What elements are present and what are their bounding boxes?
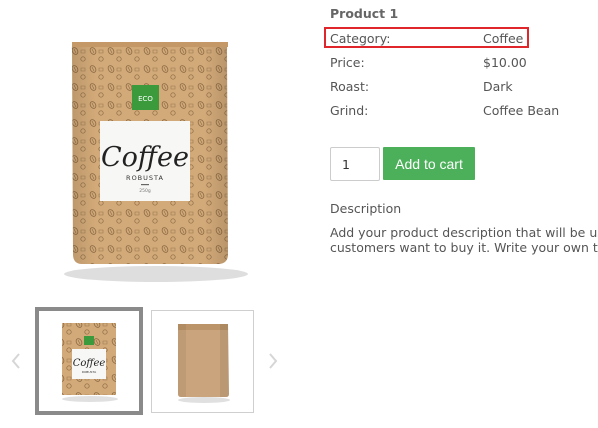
attribute-value: Dark: [483, 79, 513, 94]
add-to-cart-button[interactable]: Add to cart: [383, 147, 475, 180]
description-line: customers want to buy it. Write your own…: [330, 240, 598, 255]
attribute-label: Grind:: [330, 103, 369, 118]
gallery-thumbnail-printed-bag[interactable]: Coffee ROBUSTA: [35, 307, 143, 415]
package-brand-text: Coffee: [101, 142, 189, 173]
gallery-next-button[interactable]: [266, 349, 280, 373]
attribute-value: $10.00: [483, 55, 527, 70]
attribute-label: Price:: [330, 55, 365, 70]
thumb-brand-text: Coffee: [73, 358, 106, 369]
description-line: Add your product description that will b…: [330, 225, 598, 240]
kraft-bag-image: [177, 323, 230, 403]
package-variety-text: ROBUSTA: [126, 174, 164, 182]
chevron-left-icon: [11, 353, 20, 369]
gallery-thumbnail-plain-bag[interactable]: [151, 310, 254, 413]
chevron-right-icon: [269, 353, 278, 369]
thumb-variety-text: ROBUSTA: [82, 370, 97, 374]
description-text: Add your product description that will b…: [330, 225, 598, 255]
attribute-label: Roast:: [330, 79, 370, 94]
description-heading: Description: [330, 201, 402, 216]
package-weight-text: 250g: [139, 188, 151, 194]
main-product-image[interactable]: ECO Coffee ROBUSTA 250g: [52, 28, 254, 286]
category-highlight-box: [324, 27, 529, 48]
attribute-value: Coffee Bean: [483, 103, 560, 118]
eco-label: ECO: [138, 95, 153, 103]
product-title: Product 1: [330, 6, 399, 21]
quantity-input[interactable]: [330, 147, 380, 181]
gallery-prev-button[interactable]: [9, 349, 23, 373]
